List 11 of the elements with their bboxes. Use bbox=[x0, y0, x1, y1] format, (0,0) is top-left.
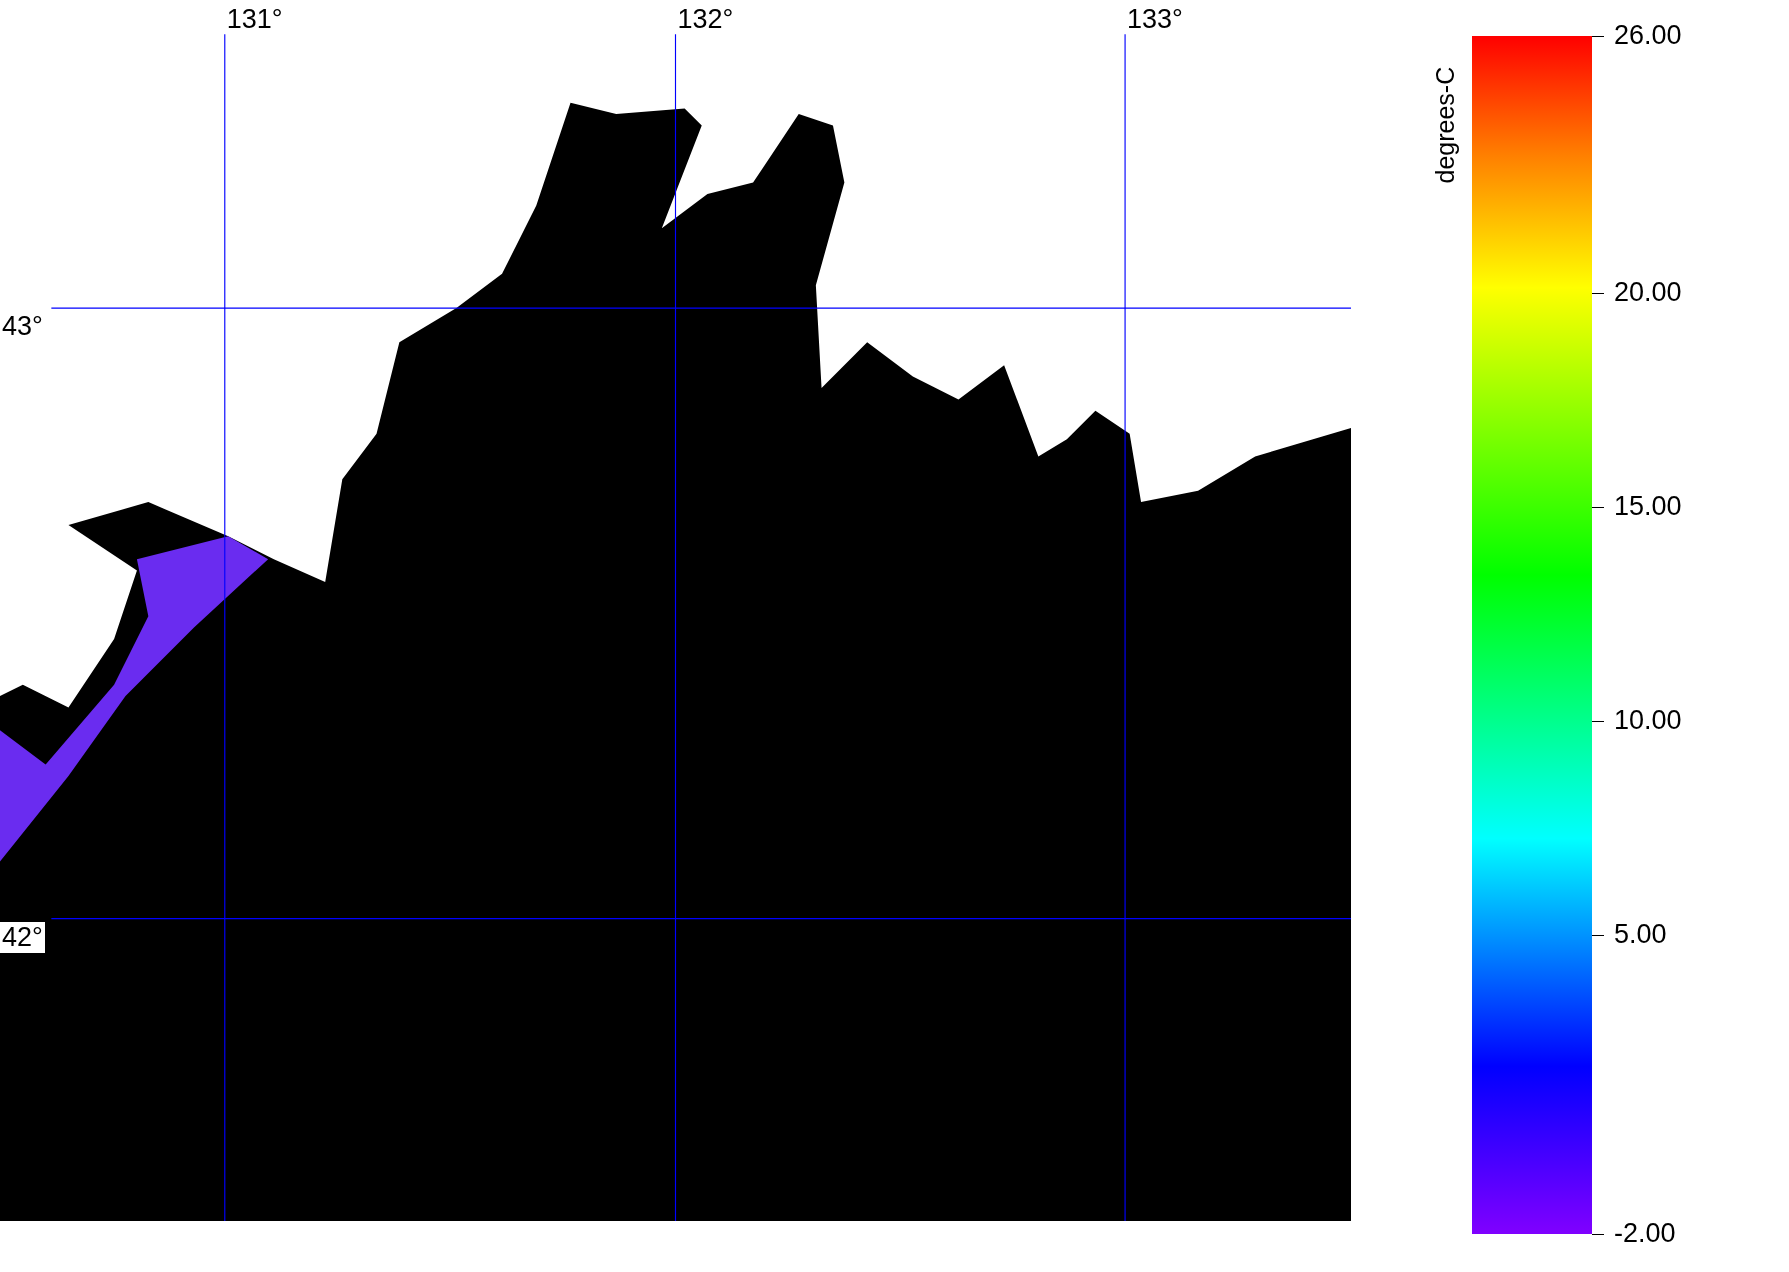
longitude-label: 132° bbox=[677, 6, 734, 33]
scale-tick-label: -2.00 bbox=[1614, 1220, 1676, 1247]
scale-tick-label: 15.00 bbox=[1614, 492, 1682, 520]
scale-tick-label: 5.00 bbox=[1614, 920, 1667, 948]
longitude-label: 131° bbox=[226, 6, 283, 33]
scale-tick-label: 26.00 bbox=[1614, 22, 1682, 49]
latitude-label: 42° bbox=[0, 921, 45, 953]
longitude-label: 133° bbox=[1126, 6, 1183, 33]
scale-tick-label: 20.00 bbox=[1614, 278, 1682, 306]
units-label: degrees-C bbox=[1432, 65, 1457, 184]
scale-tick-label: 10.00 bbox=[1614, 706, 1682, 734]
